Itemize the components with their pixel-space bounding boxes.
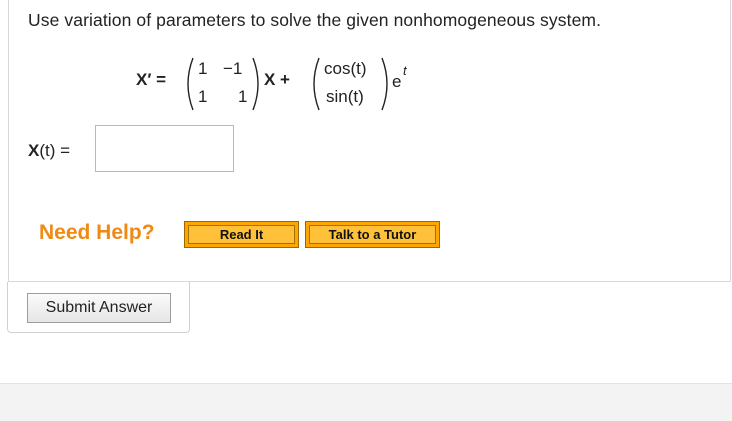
talk-to-tutor-label: Talk to a Tutor (309, 225, 436, 244)
submit-answer-button[interactable]: Submit Answer (27, 293, 171, 323)
exp-power: t (403, 63, 407, 78)
right-paren-icon (381, 57, 388, 111)
matrix-entry-11: 1 (198, 59, 208, 78)
read-it-button[interactable]: Read It (184, 221, 299, 248)
question-text: Use variation of parameters to solve the… (28, 10, 602, 30)
exp-base: e (392, 72, 402, 91)
x-vector-plus: X + (264, 70, 290, 89)
need-help-heading: Need Help? (39, 221, 155, 244)
answer-input[interactable] (95, 125, 234, 172)
left-paren-icon (187, 57, 194, 111)
read-it-label: Read It (188, 225, 295, 244)
forcing-cos: cos(t) (324, 59, 367, 78)
right-paren-icon (252, 57, 259, 111)
matrix-entry-12: −1 (223, 59, 243, 78)
answer-label: X(t) = (28, 141, 70, 161)
forcing-sin: sin(t) (326, 87, 364, 106)
matrix-entry-22: 1 (238, 87, 248, 106)
left-paren-icon (313, 57, 320, 111)
answer-label-var: X (28, 141, 40, 160)
page-footer-area (0, 383, 732, 421)
matrix-entry-21: 1 (198, 87, 208, 106)
system-equation: X′ = 1 −1 1 1 X + cos(t) sin(t) e t (136, 56, 446, 112)
talk-to-tutor-button[interactable]: Talk to a Tutor (305, 221, 440, 248)
answer-label-rest: (t) = (39, 141, 71, 160)
x-prime-label: X′ = (136, 70, 167, 89)
